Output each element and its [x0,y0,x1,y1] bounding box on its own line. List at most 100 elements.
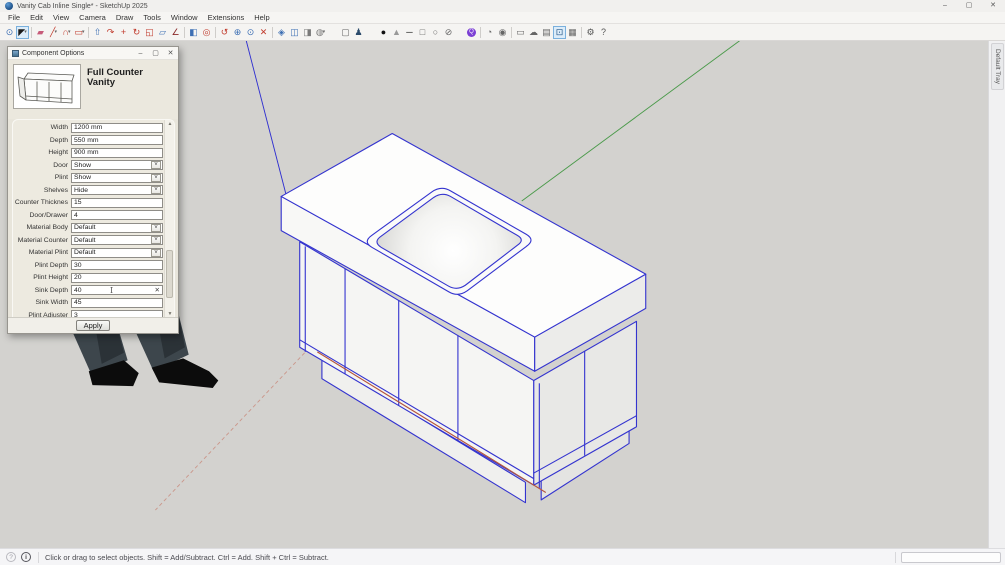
input-counter-thicknes[interactable]: 15 [71,197,163,208]
select-material-counter[interactable]: Default ˅ [71,235,163,245]
tool-axes[interactable]: ∠ [169,26,182,39]
geolocation-icon[interactable]: ? [6,552,16,562]
scroll-up-icon[interactable]: ▲ [165,120,174,129]
tool-component-browser[interactable]: ◫ [288,26,301,39]
tool-make-component[interactable]: ◈ [275,26,288,39]
menu-view[interactable]: View [48,12,74,23]
tool-select[interactable]: ◤ ▾ [16,25,29,39]
tool-style-circle[interactable]: ○ [429,26,442,39]
select-dropdown-icon[interactable]: ˅ [151,223,161,232]
tool-face-style[interactable]: ◍ ▾ [314,26,327,39]
input-sink-depth[interactable]: 40 I ✕ [71,285,163,295]
select-dropdown-icon[interactable]: ˅ [151,236,161,244]
tool-pan[interactable]: ⊕ [231,26,244,39]
tool-orbit[interactable]: ↺ [218,26,231,39]
select-dropdown-icon[interactable]: ˅ [151,248,161,257]
menu-camera[interactable]: Camera [74,12,111,23]
tool-rotate[interactable]: ↻ [130,26,143,39]
tool-move[interactable]: + [117,26,130,39]
menu-window[interactable]: Window [166,12,203,23]
menu-file[interactable]: File [3,12,25,23]
select-dropdown-icon[interactable]: ˅ [151,161,161,169]
dropdown-arrow-icon[interactable]: ▾ [54,29,57,35]
select-material-body[interactable]: Default ˅ [71,222,163,233]
tool-zoom[interactable]: ⊙ [244,26,257,39]
select-value-plint: Show [74,174,92,181]
toolbar-separator [480,26,481,38]
tool-help[interactable]: ? [597,26,610,39]
tool-scale[interactable]: ◱ [143,26,156,39]
dialog-close-button[interactable]: ✕ [163,47,178,60]
dialog-maximize-button[interactable]: ▢ [148,47,163,60]
menu-edit[interactable]: Edit [25,12,48,23]
default-tray-label: Default Tray [994,49,1001,85]
info-icon[interactable]: i [21,552,31,562]
tool-warehouse-cloud[interactable]: ☁ [527,26,540,39]
tool-search[interactable]: ⊙ [3,26,16,39]
menu-extensions[interactable]: Extensions [203,12,250,23]
tool-paint-bucket[interactable]: ◧ [187,26,200,39]
clear-input-icon[interactable]: ✕ [155,286,162,294]
input-plint-depth[interactable]: 30 [71,260,163,270]
tool-style-endpoint[interactable]: ▲ [390,26,403,39]
tool-interact[interactable]: ◔ [483,26,496,39]
select-shelves[interactable]: Hide ˅ [71,185,163,195]
tool-style-point[interactable]: ● [377,26,390,39]
tool-line[interactable]: ╱ ▾ [47,26,60,39]
tool-style-edge[interactable]: ─ [403,26,416,39]
tool-zoom-extents[interactable]: ✕ [257,26,270,39]
menu-draw[interactable]: Draw [111,12,139,23]
input-depth[interactable]: 550 mm [71,135,163,145]
field-label-plint-depth: Plint Depth [34,261,68,269]
default-tray-tab[interactable]: Default Tray [991,43,1004,91]
tool-style-face[interactable]: □ [416,26,429,39]
dropdown-arrow-icon[interactable]: ▾ [323,29,326,35]
select-door[interactable]: Show ˅ [71,160,163,170]
input-width[interactable]: 1200 mm [71,122,163,133]
select-material-plint[interactable]: Default ˅ [71,247,163,258]
tool-follow-me[interactable]: ↷ [104,26,117,39]
tool-offset[interactable]: ◎ [200,26,213,39]
input-door-drawer[interactable]: 4 [71,210,163,220]
window-maximize-button[interactable]: ▢ [957,0,981,12]
menu-tools[interactable]: Tools [138,12,166,23]
tool-component-options[interactable]: ⊡ [553,25,566,39]
tool-component-attributes[interactable]: ▦ [566,26,579,39]
select-value-material-body: Default [74,224,96,231]
dropdown-arrow-icon[interactable]: ▾ [24,29,27,35]
tool-extension-avatar[interactable]: Q [465,26,478,39]
select-dropdown-icon[interactable]: ˅ [151,186,161,194]
select-value-material-plint: Default [74,249,96,256]
dropdown-arrow-icon[interactable]: ▾ [68,29,71,35]
tool-push-pull[interactable]: ⇧ [91,26,104,39]
apply-button[interactable]: Apply [75,320,111,331]
dialog-minimize-button[interactable]: – [133,47,148,60]
menu-help[interactable]: Help [249,12,274,23]
input-sink-width[interactable]: 45 [71,297,163,308]
tool-eraser[interactable]: ▰ [34,26,47,39]
input-plint-height[interactable]: 20 [71,272,163,283]
select-dropdown-icon[interactable]: ˅ [151,173,161,182]
tool-share-model[interactable]: ◨ [301,26,314,39]
tool-tape-measure[interactable]: ▱ [156,26,169,39]
tool-new-document[interactable]: ▢ [339,26,352,39]
measurements-box[interactable] [901,551,1001,563]
form-scrollbar[interactable]: ▲ ▼ [164,120,174,319]
tool-select-box[interactable]: ▭ [514,26,527,39]
tool-rectangle[interactable]: ▭ ▾ [73,26,86,39]
tool-dynamic-component[interactable]: ◉ [496,26,509,39]
tool-camera-view[interactable]: ▤ [540,26,553,39]
input-height[interactable]: 900 mm [71,147,163,158]
field-label-depth: Depth [49,136,68,144]
field-label-material-plint: Material Plint [28,249,68,256]
window-minimize-button[interactable]: – [933,0,957,12]
tool-arc[interactable]: ∩ ▾ [60,26,73,39]
select-plint[interactable]: Show ˅ [71,172,163,183]
dropdown-arrow-icon[interactable]: ▾ [82,29,85,35]
window-close-button[interactable]: ✕ [981,0,1005,12]
tool-extension-manager[interactable]: ⚙ [584,26,597,39]
tool-style-off[interactable]: ⊘ [442,26,455,39]
tool-add-person[interactable]: ♟ [352,26,365,39]
dialog-title-bar[interactable]: Component Options – ▢ ✕ [8,47,178,60]
scrollbar-thumb[interactable] [166,250,173,298]
